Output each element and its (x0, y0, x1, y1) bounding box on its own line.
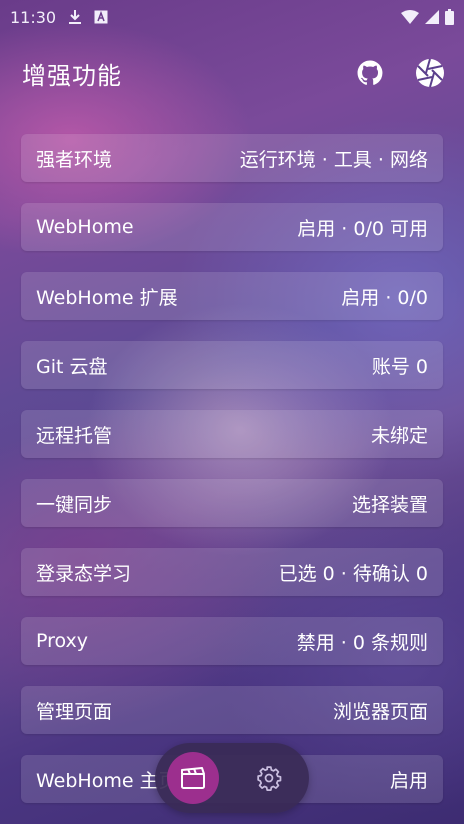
status-bar: 11:30 (0, 0, 464, 34)
wifi-icon (401, 10, 419, 24)
status-left: 11:30 (10, 8, 108, 27)
font-icon (94, 10, 108, 24)
github-icon[interactable] (354, 57, 386, 89)
signal-icon (425, 10, 439, 24)
list-item-webhome[interactable]: WebHome 启用 · 0/0 可用 (21, 203, 443, 251)
download-icon (68, 9, 82, 25)
page-title: 增强功能 (22, 61, 122, 90)
gear-icon (256, 765, 282, 791)
list-item-value: 浏览器页面 (332, 700, 428, 723)
app-bar-actions (354, 57, 446, 89)
bottom-nav (155, 743, 309, 813)
list-item-value: 启用 (389, 769, 428, 792)
list-item-remote-hosting[interactable]: 远程托管 未绑定 (21, 410, 443, 458)
list-item-label: 一键同步 (36, 493, 113, 516)
list-item-label: WebHome (36, 216, 134, 238)
battery-icon (445, 9, 454, 25)
list-item-value: 已选 0 · 待确认 0 (278, 562, 428, 585)
settings-list: 强者环境 运行环境 · 工具 · 网络 WebHome 启用 · 0/0 可用 … (21, 134, 443, 824)
list-item-value: 启用 · 0/0 (341, 286, 428, 309)
list-item-value: 账号 0 (371, 355, 428, 378)
list-item-label: 强者环境 (36, 148, 113, 171)
list-item-strong-env[interactable]: 强者环境 运行环境 · 工具 · 网络 (21, 134, 443, 182)
status-time: 11:30 (10, 7, 57, 27)
list-item-value: 启用 · 0/0 可用 (297, 217, 428, 240)
list-item-label: WebHome 扩展 (36, 286, 178, 309)
nav-home-button[interactable] (167, 752, 219, 804)
list-item-label: 管理页面 (36, 700, 113, 723)
list-item-value: 未绑定 (370, 424, 428, 447)
list-item-label: 远程托管 (36, 424, 113, 447)
list-item-one-click-sync[interactable]: 一键同步 选择装置 (21, 479, 443, 527)
app-bar: 增强功能 (22, 50, 446, 96)
nav-settings-button[interactable] (253, 762, 285, 794)
list-item-value: 禁用 · 0 条规则 (296, 631, 428, 654)
list-item-label: Proxy (36, 630, 89, 652)
list-item-value: 运行环境 · 工具 · 网络 (239, 148, 428, 171)
list-item-proxy[interactable]: Proxy 禁用 · 0 条规则 (21, 617, 443, 665)
list-item-label: 登录态学习 (36, 562, 132, 585)
list-item-webhome-extension[interactable]: WebHome 扩展 启用 · 0/0 (21, 272, 443, 320)
list-item-git-cloud[interactable]: Git 云盘 账号 0 (21, 341, 443, 389)
list-item-manage-pages[interactable]: 管理页面 浏览器页面 (21, 686, 443, 734)
list-item-value: 选择装置 (351, 493, 428, 516)
list-item-label: Git 云盘 (36, 355, 108, 378)
list-item-login-learning[interactable]: 登录态学习 已选 0 · 待确认 0 (21, 548, 443, 596)
aperture-icon[interactable] (414, 57, 446, 89)
status-right (401, 9, 454, 25)
clapperboard-icon (180, 766, 206, 790)
